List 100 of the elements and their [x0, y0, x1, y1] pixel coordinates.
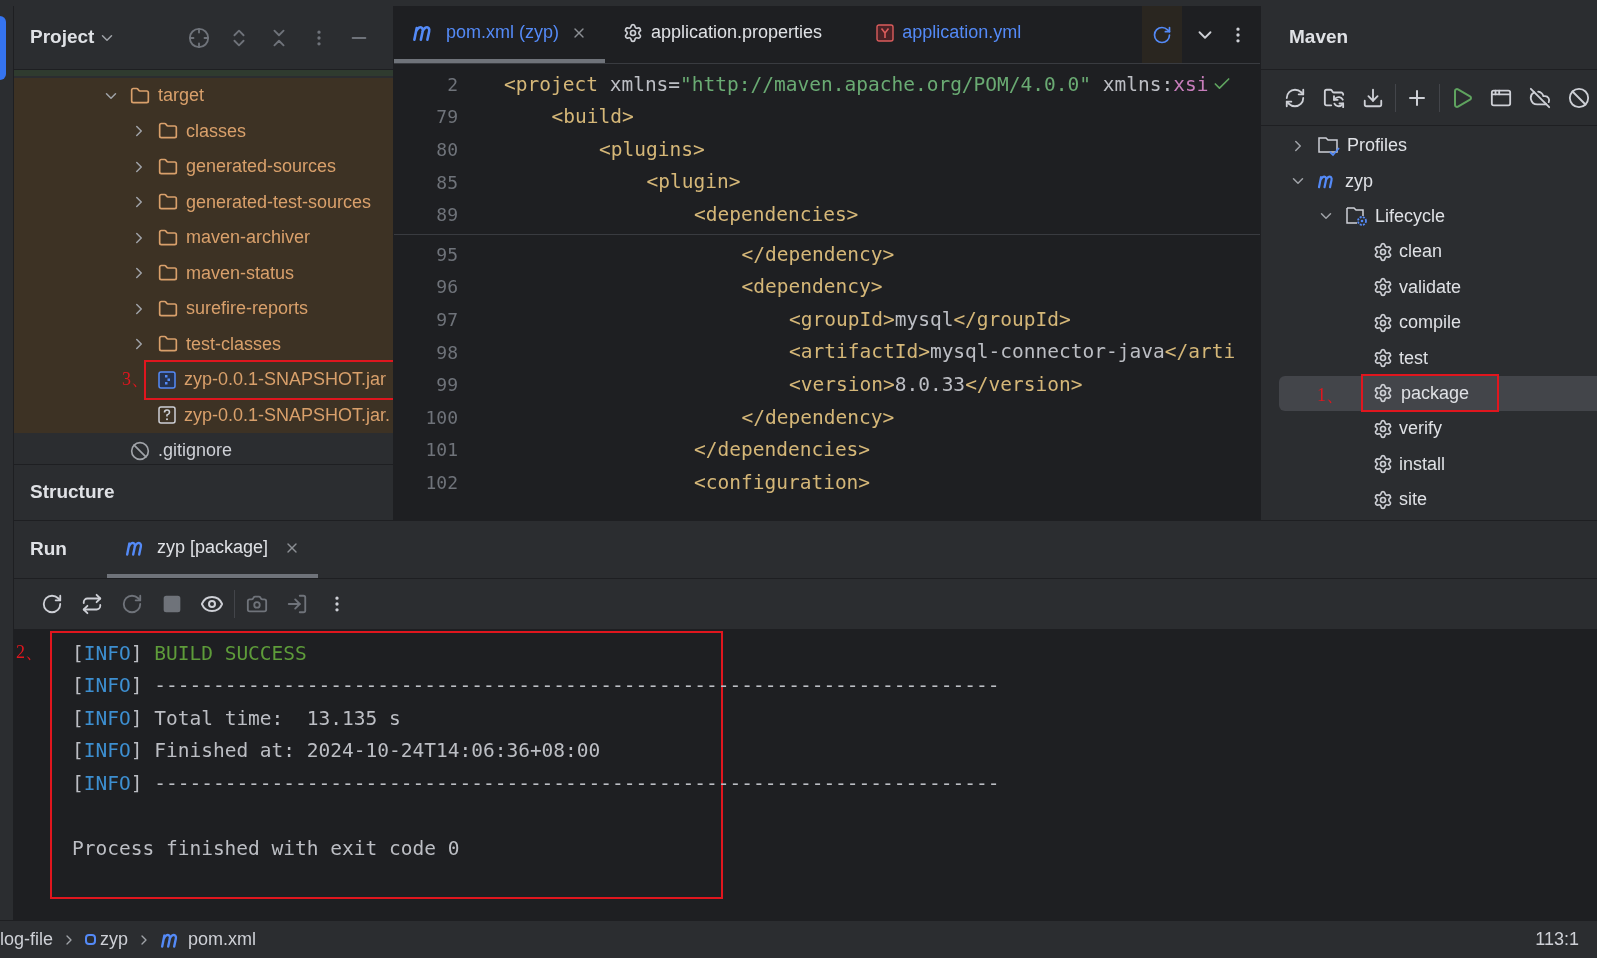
gear-icon	[1373, 241, 1393, 262]
tree-row[interactable]: zyp	[1279, 163, 1597, 199]
tree-row[interactable]: clean	[1279, 234, 1597, 270]
code-token: </dependency>	[741, 241, 895, 268]
gear-icon	[1373, 312, 1393, 333]
gear-icon	[1373, 454, 1393, 475]
editor-tab[interactable]: pom.xml (zyp)	[394, 6, 605, 63]
panel-title[interactable]: Run	[30, 521, 107, 578]
caret-position[interactable]: 113:1	[1535, 926, 1597, 953]
tree-row[interactable]: classes	[14, 113, 393, 149]
tree-row[interactable]: 3、 zyp-0.0.1-SNAPSHOT.jar	[14, 362, 393, 398]
tree-item[interactable]: Lifecycle	[1375, 202, 1446, 230]
tree-row[interactable]: Profiles	[1279, 128, 1597, 164]
tree-row[interactable]: install	[1279, 446, 1597, 482]
tree-item[interactable]: zyp-0.0.1-SNAPSHOT.jar.	[184, 401, 391, 429]
archive-icon	[158, 370, 176, 389]
tree-row[interactable]: generated-sources	[14, 149, 393, 185]
code-token: "http://maven.apache.org/POM/4.0.0"	[680, 71, 1091, 98]
tree-row[interactable]: 1、 package	[1279, 375, 1597, 412]
panel-title[interactable]: Project	[30, 23, 95, 52]
code-token: <dependencies>	[694, 202, 859, 229]
console-text: ]	[130, 770, 144, 797]
line-number: 98	[435, 340, 458, 365]
code-token: </version>	[965, 372, 1083, 398]
breadcrumb[interactable]: log-file	[0, 926, 54, 953]
console-text: [	[72, 673, 84, 700]
code-token: <project	[504, 71, 598, 98]
console-text: INFO	[83, 770, 131, 797]
panel-title[interactable]: Maven	[1289, 23, 1349, 52]
tree-row[interactable]: target	[14, 78, 393, 114]
tree-item[interactable]: maven-status	[186, 259, 295, 287]
gear-icon	[1373, 489, 1393, 510]
gear-icon	[1373, 418, 1393, 439]
code-token: </dependency>	[741, 404, 895, 431]
tree-item[interactable]: generated-sources	[186, 153, 337, 181]
tree-item[interactable]: test-classes	[186, 330, 282, 358]
tree-item[interactable]: compile	[1399, 309, 1462, 337]
tree-row[interactable]: validate	[1279, 269, 1597, 305]
tree-item[interactable]: Profiles	[1347, 132, 1408, 160]
console-text: [	[72, 640, 84, 667]
line-number: 95	[435, 242, 458, 267]
console-text: Process finished with exit code 0	[72, 835, 460, 862]
line-number: 2	[446, 72, 458, 97]
tree-item[interactable]: validate	[1399, 273, 1462, 301]
breadcrumb[interactable]: pom.xml	[188, 926, 257, 953]
tree-row[interactable]: zyp-0.0.1-SNAPSHOT.jar.	[14, 397, 393, 433]
editor-tab[interactable]: application.yml	[840, 6, 1040, 63]
tree-row[interactable]: .gitignore	[14, 433, 393, 464]
tree-row[interactable]: test	[1279, 340, 1597, 376]
console-text: [	[72, 770, 84, 797]
console-text: INFO	[83, 705, 131, 732]
line-number: 85	[435, 170, 458, 195]
tree-row[interactable]: compile	[1279, 304, 1597, 341]
code-token: <plugins>	[599, 136, 705, 163]
tree-row[interactable]: maven-archiver	[14, 220, 393, 256]
tree-row[interactable]: surefire-reports	[14, 291, 393, 327]
tree-item[interactable]: maven-archiver	[186, 224, 311, 252]
panel-title[interactable]: Structure	[30, 478, 115, 507]
code-token: <dependency>	[741, 274, 883, 301]
editor-tab[interactable]: application.properties	[605, 6, 841, 63]
tree-item[interactable]: install	[1399, 450, 1446, 478]
tree-row[interactable]: verify	[1279, 411, 1597, 447]
tool-window-tab[interactable]	[0, 16, 6, 80]
tree-row[interactable]: maven-status	[14, 255, 393, 291]
annotation-number: 3、	[122, 367, 149, 391]
annotation-number: 2、	[16, 641, 43, 664]
folder-icon	[158, 227, 178, 248]
console-text: INFO	[83, 673, 131, 700]
tree-item[interactable]: clean	[1399, 238, 1443, 266]
tree-row[interactable]: test-classes	[14, 326, 393, 362]
run-tab[interactable]: zyp [package]	[106, 521, 318, 578]
code-token: xmlns:	[1101, 71, 1174, 98]
code-token: <groupId>	[789, 306, 895, 333]
line-number: 102	[424, 470, 458, 495]
code-token: mysql	[894, 306, 954, 333]
folder-icon	[158, 192, 178, 213]
folder-icon	[158, 298, 178, 319]
console-text: ------------------------------------------------------------------------	[154, 673, 1000, 700]
code-token: </dependencies>	[694, 437, 871, 464]
line-number: 100	[424, 405, 458, 430]
tree-item[interactable]: zyp	[1345, 167, 1373, 195]
tree-item[interactable]: site	[1399, 486, 1427, 514]
code-token: </groupId>	[953, 306, 1071, 333]
tree-item[interactable]: surefire-reports	[186, 295, 309, 323]
tree-item[interactable]: verify	[1399, 415, 1442, 443]
tree-row[interactable]: site	[1279, 481, 1597, 518]
tree-row[interactable]: Lifecycle	[1279, 198, 1597, 235]
gear-icon	[623, 22, 643, 43]
folder-icon	[158, 121, 178, 142]
tree-item[interactable]: test	[1399, 344, 1428, 372]
tree-item[interactable]: target	[158, 82, 205, 110]
tree-item[interactable]: generated-test-sources	[186, 188, 372, 216]
ignore-icon	[130, 440, 150, 461]
console-text: Finished at: 2024-10-24T14:06:36+08:00	[154, 738, 601, 765]
tree-item[interactable]: .gitignore	[158, 437, 233, 464]
breadcrumb[interactable]: zyp	[100, 926, 129, 953]
gear-icon	[1373, 383, 1393, 404]
folder-icon	[158, 156, 178, 177]
tree-row[interactable]: generated-test-sources	[14, 184, 393, 220]
tree-item[interactable]: classes	[186, 117, 247, 145]
